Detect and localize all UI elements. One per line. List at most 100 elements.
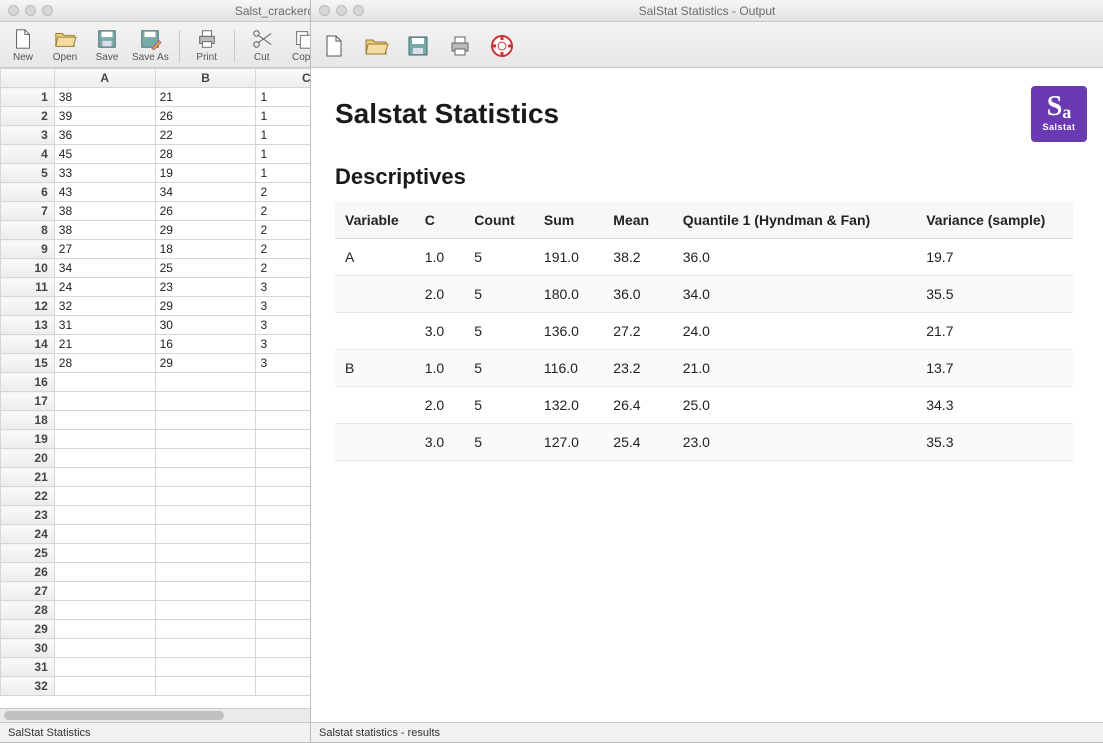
row-header[interactable]: 12 bbox=[1, 297, 55, 316]
cell[interactable] bbox=[54, 506, 155, 525]
cell[interactable]: 43 bbox=[54, 183, 155, 202]
cell[interactable]: 26 bbox=[155, 107, 256, 126]
cell[interactable] bbox=[54, 677, 155, 696]
cell[interactable] bbox=[155, 373, 256, 392]
row-header[interactable]: 32 bbox=[1, 677, 55, 696]
cell[interactable] bbox=[155, 601, 256, 620]
cell[interactable]: 38 bbox=[54, 88, 155, 107]
cell[interactable]: 34 bbox=[54, 259, 155, 278]
cell[interactable] bbox=[155, 544, 256, 563]
open-button[interactable]: Open bbox=[48, 28, 82, 63]
row-header[interactable]: 28 bbox=[1, 601, 55, 620]
row-header[interactable]: 29 bbox=[1, 620, 55, 639]
cell[interactable] bbox=[155, 411, 256, 430]
row-header[interactable]: 1 bbox=[1, 88, 55, 107]
cell[interactable] bbox=[155, 620, 256, 639]
row-header[interactable]: 16 bbox=[1, 373, 55, 392]
row-header[interactable]: 3 bbox=[1, 126, 55, 145]
cell[interactable] bbox=[54, 430, 155, 449]
row-header[interactable]: 9 bbox=[1, 240, 55, 259]
cell[interactable]: 45 bbox=[54, 145, 155, 164]
save-button[interactable]: Save bbox=[90, 28, 124, 63]
save-button[interactable] bbox=[401, 34, 435, 58]
row-header[interactable]: 25 bbox=[1, 544, 55, 563]
cell[interactable] bbox=[54, 639, 155, 658]
close-icon[interactable] bbox=[8, 5, 19, 16]
cell[interactable] bbox=[155, 468, 256, 487]
new-button[interactable] bbox=[317, 34, 351, 58]
zoom-icon[interactable] bbox=[42, 5, 53, 16]
row-header[interactable]: 26 bbox=[1, 563, 55, 582]
row-header[interactable]: 5 bbox=[1, 164, 55, 183]
row-header[interactable]: 24 bbox=[1, 525, 55, 544]
row-header[interactable]: 20 bbox=[1, 449, 55, 468]
row-header[interactable]: 14 bbox=[1, 335, 55, 354]
saveas-button[interactable]: Save As bbox=[132, 28, 169, 63]
cell[interactable] bbox=[54, 620, 155, 639]
row-header[interactable]: 23 bbox=[1, 506, 55, 525]
cell[interactable]: 25 bbox=[155, 259, 256, 278]
print-button[interactable]: Print bbox=[190, 28, 224, 63]
cell[interactable]: 24 bbox=[54, 278, 155, 297]
row-header[interactable]: 6 bbox=[1, 183, 55, 202]
cell[interactable] bbox=[155, 677, 256, 696]
column-header[interactable]: B bbox=[155, 69, 256, 88]
close-icon[interactable] bbox=[319, 5, 330, 16]
cell[interactable]: 28 bbox=[54, 354, 155, 373]
cell[interactable] bbox=[54, 373, 155, 392]
row-header[interactable]: 31 bbox=[1, 658, 55, 677]
row-header[interactable]: 2 bbox=[1, 107, 55, 126]
row-header[interactable]: 19 bbox=[1, 430, 55, 449]
cell[interactable]: 29 bbox=[155, 354, 256, 373]
cell[interactable] bbox=[155, 392, 256, 411]
row-header[interactable]: 8 bbox=[1, 221, 55, 240]
cell[interactable]: 38 bbox=[54, 221, 155, 240]
cell[interactable]: 36 bbox=[54, 126, 155, 145]
row-header[interactable]: 17 bbox=[1, 392, 55, 411]
row-header[interactable]: 10 bbox=[1, 259, 55, 278]
print-button[interactable] bbox=[443, 34, 477, 58]
row-header[interactable]: 30 bbox=[1, 639, 55, 658]
cell[interactable]: 21 bbox=[155, 88, 256, 107]
cell[interactable] bbox=[54, 563, 155, 582]
cell[interactable]: 29 bbox=[155, 221, 256, 240]
cell[interactable] bbox=[54, 487, 155, 506]
cell[interactable] bbox=[54, 411, 155, 430]
row-header[interactable]: 7 bbox=[1, 202, 55, 221]
cell[interactable]: 30 bbox=[155, 316, 256, 335]
cell[interactable]: 19 bbox=[155, 164, 256, 183]
cell[interactable] bbox=[54, 392, 155, 411]
cell[interactable]: 26 bbox=[155, 202, 256, 221]
minimize-icon[interactable] bbox=[25, 5, 36, 16]
cell[interactable]: 18 bbox=[155, 240, 256, 259]
cell[interactable] bbox=[155, 506, 256, 525]
row-header[interactable]: 15 bbox=[1, 354, 55, 373]
row-header[interactable]: 27 bbox=[1, 582, 55, 601]
cell[interactable]: 28 bbox=[155, 145, 256, 164]
cell[interactable] bbox=[155, 639, 256, 658]
cell[interactable]: 16 bbox=[155, 335, 256, 354]
cell[interactable] bbox=[54, 525, 155, 544]
cell[interactable] bbox=[54, 582, 155, 601]
cell[interactable] bbox=[155, 563, 256, 582]
row-header[interactable]: 4 bbox=[1, 145, 55, 164]
cell[interactable] bbox=[155, 658, 256, 677]
row-header[interactable]: 11 bbox=[1, 278, 55, 297]
row-header[interactable]: 22 bbox=[1, 487, 55, 506]
cell[interactable] bbox=[54, 468, 155, 487]
cell[interactable] bbox=[54, 544, 155, 563]
scrollbar-thumb[interactable] bbox=[4, 711, 224, 720]
cell[interactable] bbox=[54, 658, 155, 677]
cell[interactable]: 27 bbox=[54, 240, 155, 259]
cell[interactable]: 31 bbox=[54, 316, 155, 335]
open-button[interactable] bbox=[359, 34, 393, 58]
zoom-icon[interactable] bbox=[353, 5, 364, 16]
column-header[interactable]: A bbox=[54, 69, 155, 88]
cell[interactable]: 34 bbox=[155, 183, 256, 202]
help-button[interactable] bbox=[485, 34, 519, 58]
cut-button[interactable]: Cut bbox=[245, 28, 279, 63]
cell[interactable]: 21 bbox=[54, 335, 155, 354]
cell[interactable] bbox=[155, 487, 256, 506]
row-header[interactable]: 21 bbox=[1, 468, 55, 487]
cell[interactable] bbox=[155, 525, 256, 544]
